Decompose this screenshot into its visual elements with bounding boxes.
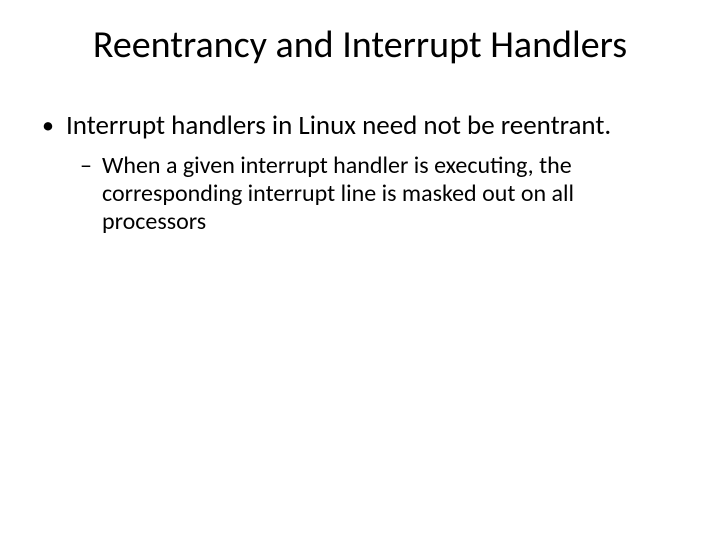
slide-body: • Interrupt handlers in Linux need not b… — [42, 110, 678, 237]
bullet-level-2: – When a given interrupt handler is exec… — [80, 152, 678, 237]
bullet-level-1: • Interrupt handlers in Linux need not b… — [42, 110, 678, 142]
bullet-marker: • — [42, 110, 66, 142]
bullet-text: Interrupt handlers in Linux need not be … — [66, 110, 611, 142]
bullet-text: When a given interrupt handler is execut… — [102, 152, 678, 237]
bullet-marker: – — [80, 152, 102, 237]
slide-title: Reentrancy and Interrupt Handlers — [0, 22, 720, 68]
slide: Reentrancy and Interrupt Handlers • Inte… — [0, 0, 720, 540]
